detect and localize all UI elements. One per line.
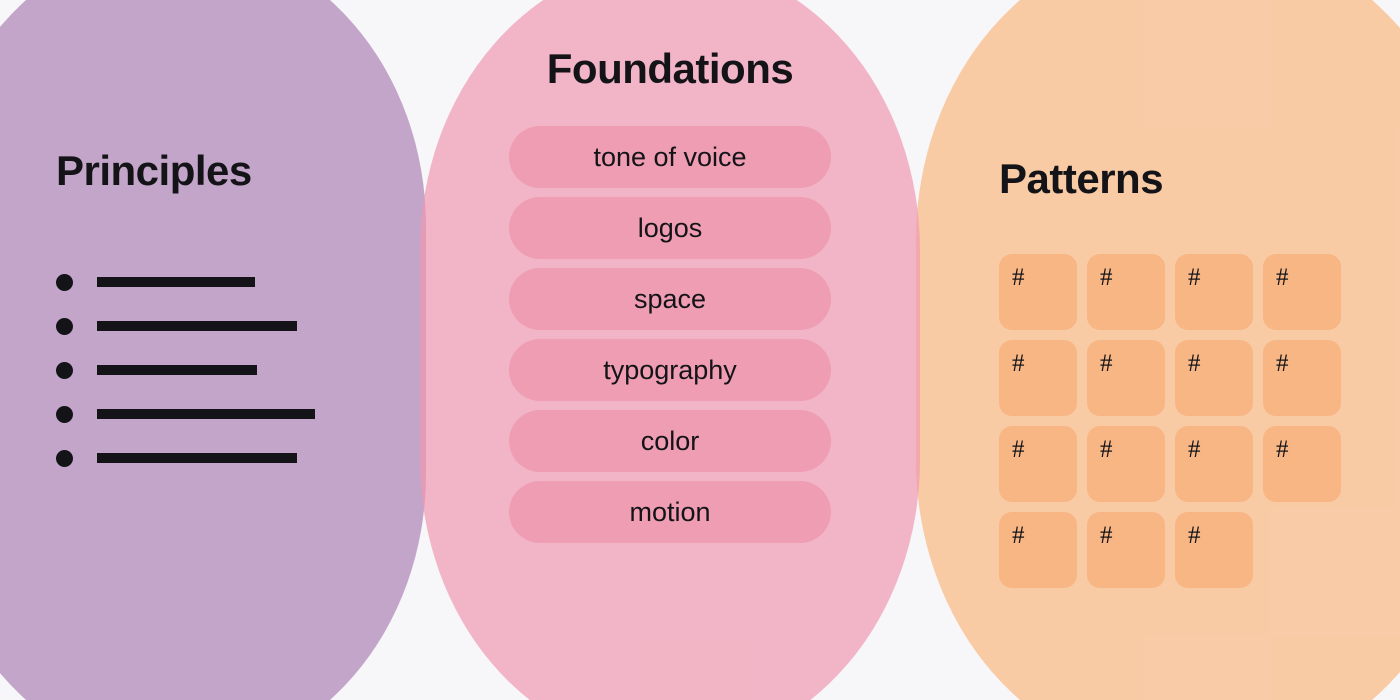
column-principles: Principles [56,150,396,480]
principle-text-placeholder-bar [97,409,315,419]
pattern-tile[interactable]: # [999,254,1077,330]
foundation-pill-label: motion [629,496,711,527]
patterns-tile-grid: # # # # # # # # # # # # # # # [999,254,1379,588]
pattern-tile[interactable]: # [1087,512,1165,588]
column-foundations: Foundations tone of voice logos space typog… [430,48,910,543]
foundations-title: Foundations [546,45,794,92]
principle-list-item [56,304,396,348]
pattern-tile-row: # # # # [999,426,1379,502]
pattern-tile-row: # # # # [999,340,1379,416]
principles-bullet-list [56,260,396,480]
hash-icon: # [1188,350,1201,377]
foundation-pill-label: space [633,283,707,314]
bullet-dot-icon [56,405,73,423]
hash-icon: # [1100,350,1113,377]
pattern-tile[interactable]: # [1175,340,1253,416]
pattern-tile[interactable]: # [1175,254,1253,330]
foundation-pill-label: color [640,425,700,456]
principle-text-placeholder-bar [97,321,297,331]
hash-icon: # [1100,436,1113,463]
foundation-pill[interactable]: space [509,268,831,330]
hash-icon: # [1188,436,1201,463]
diagram-canvas: Principles Foundations tone of voice logo… [0,0,1400,700]
bullet-dot-icon [56,317,73,335]
hash-icon: # [1188,264,1201,291]
foundations-pill-list: tone of voice logos space typography color mo… [430,126,910,543]
principle-text-placeholder-bar [97,277,255,287]
hash-icon: # [1276,436,1289,463]
pattern-tile[interactable]: # [1087,254,1165,330]
column-patterns: Patterns # # # # # # # # # # # # # # # [999,158,1379,588]
pattern-tile[interactable]: # [1087,426,1165,502]
bullet-dot-icon [56,273,73,291]
foundation-pill[interactable]: motion [509,481,831,543]
pattern-tile[interactable]: # [999,340,1077,416]
hash-icon: # [1012,350,1025,377]
principle-text-placeholder-bar [97,453,297,463]
patterns-title: Patterns [999,155,1164,202]
hash-icon: # [1012,264,1025,291]
pattern-tile-row: # # # # [999,254,1379,330]
hash-icon: # [1276,350,1289,377]
pattern-tile[interactable]: # [1263,254,1341,330]
pattern-tile-row: # # # [999,512,1379,588]
foundation-pill[interactable]: tone of voice [509,126,831,188]
foundation-pill-label: typography [603,354,737,385]
principle-list-item [56,436,396,480]
pattern-tile[interactable]: # [1175,512,1253,588]
principles-title: Principles [56,147,252,194]
hash-icon: # [1012,436,1025,463]
pattern-tile[interactable]: # [1263,340,1341,416]
pattern-tile[interactable]: # [999,512,1077,588]
foundation-pill-label: logos [637,212,703,243]
bullet-dot-icon [56,449,73,467]
foundation-pill[interactable]: color [509,410,831,472]
hash-icon: # [1100,522,1113,549]
pattern-tile[interactable]: # [1175,426,1253,502]
foundation-pill[interactable]: logos [509,197,831,259]
hash-icon: # [1012,522,1025,549]
foundation-pill[interactable]: typography [509,339,831,401]
principle-text-placeholder-bar [97,365,257,375]
hash-icon: # [1188,522,1201,549]
pattern-tile[interactable]: # [1263,426,1341,502]
bullet-dot-icon [56,361,73,379]
pattern-tile[interactable]: # [1087,340,1165,416]
hash-icon: # [1100,264,1113,291]
foundation-pill-label: tone of voice [593,141,747,172]
principle-list-item [56,348,396,392]
pattern-tile[interactable]: # [999,426,1077,502]
hash-icon: # [1276,264,1289,291]
principle-list-item [56,392,396,436]
principle-list-item [56,260,396,304]
